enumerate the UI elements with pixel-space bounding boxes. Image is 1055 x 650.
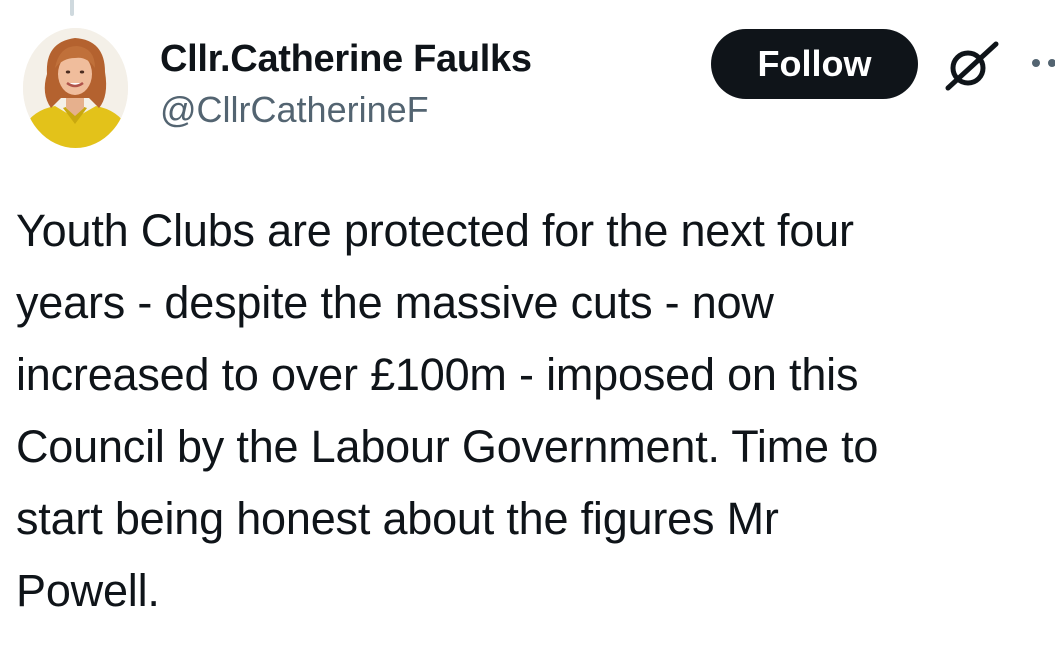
follow-button[interactable]: Follow <box>711 29 918 99</box>
more-options-icon[interactable] <box>1028 53 1055 73</box>
thread-connector-line <box>70 0 74 16</box>
avatar[interactable] <box>23 28 128 148</box>
author-info: Cllr.Catherine Faulks @CllrCatherineF <box>160 36 532 132</box>
tweet-view: Cllr.Catherine Faulks @CllrCatherineF Fo… <box>0 0 1055 650</box>
author-display-name[interactable]: Cllr.Catherine Faulks <box>160 36 532 82</box>
author-handle[interactable]: @CllrCatherineF <box>160 88 532 132</box>
profile-photo-icon <box>23 28 128 148</box>
grok-icon[interactable] <box>940 38 1004 94</box>
tweet-text: Youth Clubs are protected for the next f… <box>16 205 879 616</box>
